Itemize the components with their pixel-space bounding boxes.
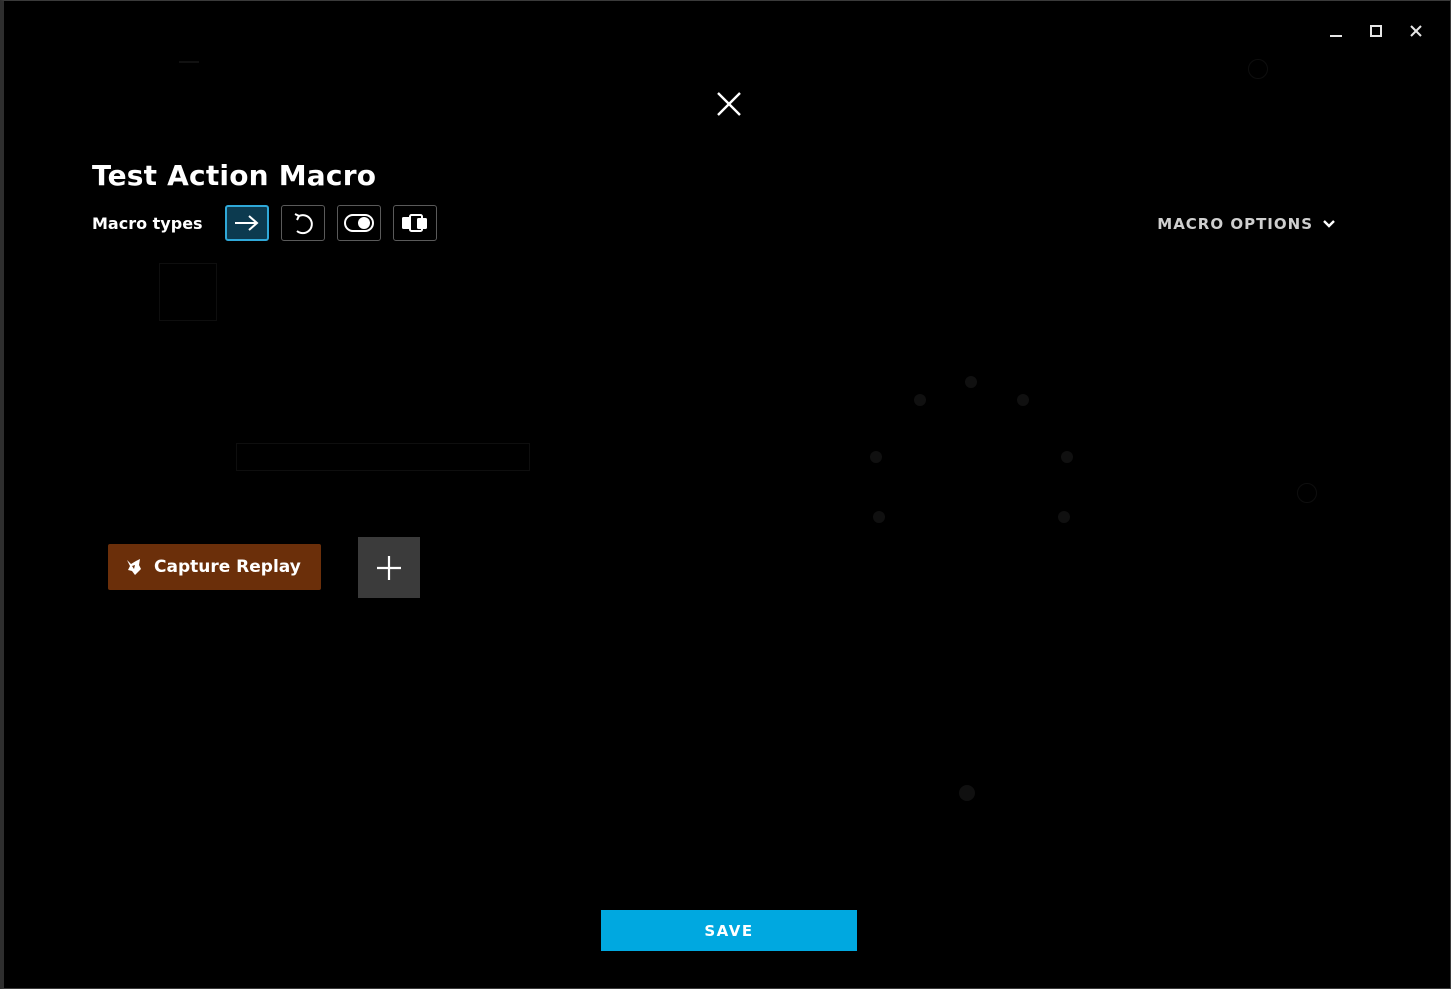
sequence-icon <box>401 214 427 232</box>
app-window: Test Action Macro Macro types MACRO OPTI… <box>0 0 1451 989</box>
save-button[interactable]: SAVE <box>601 910 857 951</box>
background-dot <box>1017 394 1029 406</box>
macro-type-repeat-button[interactable] <box>280 205 325 241</box>
overlay-close-icon[interactable] <box>714 89 744 119</box>
macro-type-no-repeat-button[interactable] <box>224 205 269 241</box>
background-dot <box>959 785 975 801</box>
background-field <box>236 443 530 471</box>
capture-replay-button[interactable]: Capture Replay <box>108 544 321 590</box>
back-arrow-icon <box>179 61 199 63</box>
minimize-icon[interactable] <box>1316 19 1356 43</box>
close-icon[interactable] <box>1396 19 1436 43</box>
fox-icon <box>127 559 141 575</box>
macro-options-label: MACRO OPTIONS <box>1157 215 1313 233</box>
repeat-icon <box>294 213 313 235</box>
window-controls <box>1316 19 1436 43</box>
background-dot <box>965 376 977 388</box>
background-dot <box>1058 511 1070 523</box>
macro-type-sequence-button[interactable] <box>392 205 437 241</box>
macro-types-row: Macro types <box>92 205 449 241</box>
capture-replay-label: Capture Replay <box>154 557 301 577</box>
background-dot <box>1061 451 1073 463</box>
maximize-icon[interactable] <box>1356 19 1396 43</box>
arrow-right-icon <box>234 215 259 231</box>
background-tile <box>159 263 217 321</box>
add-action-button[interactable] <box>358 537 420 598</box>
macro-options-dropdown[interactable]: MACRO OPTIONS <box>1157 215 1335 233</box>
toggle-icon <box>343 214 374 232</box>
background-dot <box>873 511 885 523</box>
background-circle <box>1297 483 1317 503</box>
macro-types-label: Macro types <box>92 213 203 233</box>
chevron-down-icon <box>1323 220 1335 228</box>
macro-type-toggle-button[interactable] <box>336 205 381 241</box>
background-dot <box>870 451 882 463</box>
plus-icon <box>377 555 401 580</box>
background-dot <box>914 394 926 406</box>
background-circle <box>1248 59 1268 79</box>
macro-title: Test Action Macro <box>92 159 377 192</box>
